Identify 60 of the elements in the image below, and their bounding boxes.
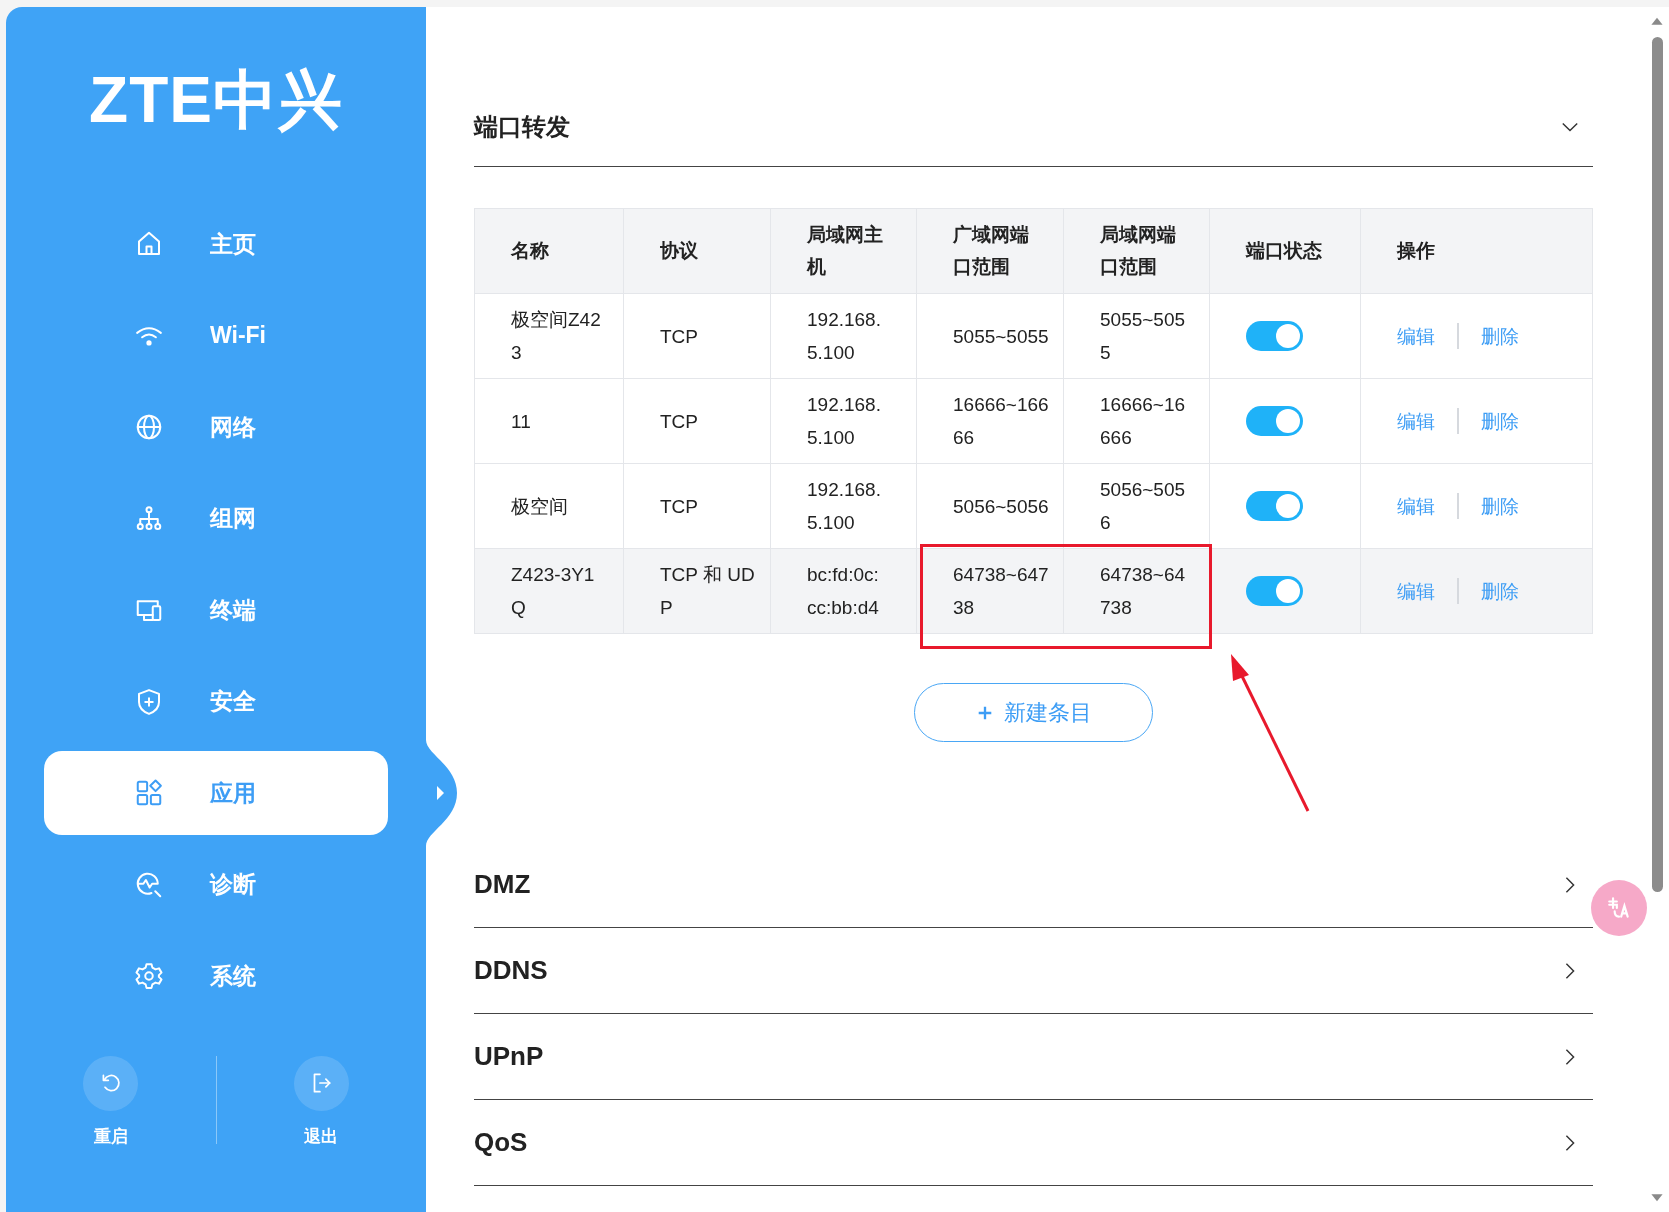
toggle-switch[interactable]: [1246, 491, 1303, 521]
toggle-switch[interactable]: [1246, 576, 1303, 606]
nav-item[interactable]: 组网: [44, 476, 388, 561]
table-cell: 192.168.5.100: [770, 378, 917, 464]
accordion-header[interactable]: DMZ: [474, 842, 1593, 928]
edit-link[interactable]: 编辑: [1397, 574, 1435, 608]
table-cell: TCP 和 UDP: [623, 548, 771, 634]
delete-link[interactable]: 删除: [1481, 489, 1519, 523]
table-cell: bc:fd:0c:cc:bb:d4: [770, 548, 917, 634]
table-cell: 5055~5055: [1063, 293, 1210, 379]
toggle-switch[interactable]: [1246, 406, 1303, 436]
table-cell: 极空间Z423: [474, 293, 624, 379]
accordion-header[interactable]: QoS: [474, 1100, 1593, 1186]
settings-icon: [134, 961, 164, 991]
delete-link[interactable]: 删除: [1481, 404, 1519, 438]
nav-item[interactable]: 终端: [44, 568, 388, 652]
table-cell: TCP: [623, 378, 771, 464]
column-header: 广域网端口范围: [916, 208, 1064, 294]
table-cell: 5055~5055: [916, 293, 1064, 379]
table-cell: 极空间: [474, 463, 624, 549]
delete-link[interactable]: 删除: [1481, 319, 1519, 353]
translate-icon: [1606, 895, 1632, 921]
column-header: 端口状态: [1209, 208, 1361, 294]
accordion-header[interactable]: DDNS: [474, 928, 1593, 1014]
column-header: 名称: [474, 208, 624, 294]
apps-grid-icon: [134, 778, 164, 808]
table-cell: 16666~16666: [1063, 378, 1210, 464]
action-label: 重启: [93, 1125, 128, 1148]
edit-link[interactable]: 编辑: [1397, 319, 1435, 353]
column-header: 局域网端口范围: [1063, 208, 1210, 294]
edit-link[interactable]: 编辑: [1397, 404, 1435, 438]
column-header: 局域网主机: [770, 208, 917, 294]
accordion-header[interactable]: UPnP: [474, 1014, 1593, 1100]
nav-item[interactable]: 安全: [44, 659, 388, 744]
nav-item[interactable]: 诊断: [44, 842, 388, 927]
table-cell: 192.168.5.100: [770, 463, 917, 549]
table-cell: 16666~16666: [916, 378, 1064, 464]
table-cell: 64738~64738: [916, 548, 1064, 634]
nav-item[interactable]: 应用: [44, 751, 388, 835]
table-cell: Z423-3Y1Q: [474, 548, 624, 634]
accordion-header[interactable]: 端口转发: [474, 87, 1593, 167]
collapse-handle[interactable]: [426, 740, 458, 846]
table-cell: 192.168.5.100: [770, 293, 917, 379]
scrollbar[interactable]: [1645, 7, 1669, 1212]
nav-item[interactable]: 系统: [44, 934, 388, 1018]
nav-item[interactable]: Wi-Fi: [44, 293, 388, 378]
table-cell: TCP: [623, 463, 771, 549]
edit-link[interactable]: 编辑: [1397, 489, 1435, 523]
nav-item[interactable]: 网络: [44, 385, 388, 469]
toggle-switch[interactable]: [1246, 321, 1303, 351]
logo: ZTE中兴: [89, 67, 343, 132]
delete-link[interactable]: 删除: [1481, 574, 1519, 608]
nav-item[interactable]: 主页: [44, 202, 388, 286]
add-entry-button[interactable]: 新建条目: [914, 683, 1153, 742]
globe-icon: [134, 412, 164, 442]
column-header: 协议: [623, 208, 771, 294]
action-label: 退出: [304, 1125, 339, 1148]
table-cell: TCP: [623, 293, 771, 379]
column-header: 操作: [1360, 208, 1593, 294]
table-cell: 11: [474, 378, 624, 464]
